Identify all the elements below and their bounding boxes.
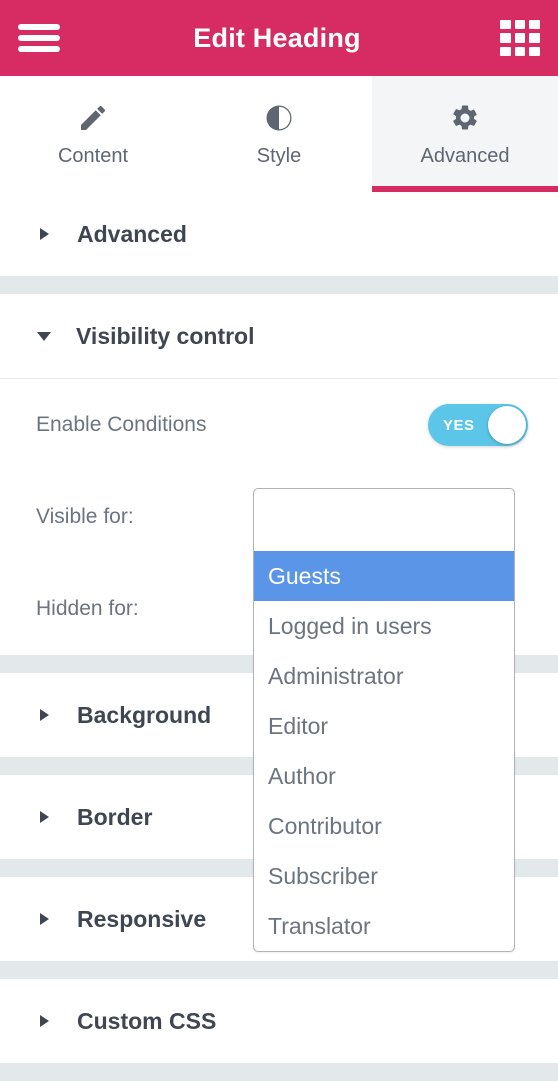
section-divider xyxy=(0,276,558,294)
chevron-right-icon xyxy=(40,913,49,925)
dropdown-option[interactable]: Author xyxy=(254,751,514,801)
toggle-knob xyxy=(488,406,526,444)
section-divider xyxy=(0,961,558,979)
grid-dot xyxy=(500,20,511,30)
grid-dot xyxy=(500,46,511,56)
grid-dot xyxy=(529,20,540,30)
chevron-down-icon xyxy=(37,331,51,341)
tab-label: Content xyxy=(57,144,129,167)
page-title: Edit Heading xyxy=(193,22,361,53)
section-title: Visibility control xyxy=(76,322,255,349)
section-title: Responsive xyxy=(77,905,207,932)
grid-dot xyxy=(529,46,540,56)
gear-icon xyxy=(450,101,480,135)
grid-dot xyxy=(529,33,540,43)
chevron-right-icon xyxy=(40,811,49,823)
edit-heading-panel: ویستاآکادمیویستاآکادمیویستاآکادمیویستاآک… xyxy=(0,0,558,1082)
dropdown-option[interactable]: Guests xyxy=(254,551,514,601)
tab-label: Style xyxy=(256,144,302,167)
grid-dot xyxy=(514,33,526,43)
chevron-right-icon xyxy=(40,1015,49,1027)
pencil-icon xyxy=(77,101,109,135)
section-title: Advanced xyxy=(77,220,187,247)
tab-advanced[interactable]: Advanced xyxy=(372,76,558,192)
dropdown-option[interactable]: Subscriber xyxy=(254,851,514,901)
grid-dot xyxy=(514,46,526,56)
chevron-right-icon xyxy=(40,228,49,240)
dropdown-option[interactable]: Logged in users xyxy=(254,601,514,651)
tab-style[interactable]: Style xyxy=(186,76,372,192)
dropdown-option[interactable]: Translator xyxy=(254,901,514,951)
section-visibility-control[interactable]: Visibility control xyxy=(0,294,558,378)
tab-content[interactable]: Content xyxy=(0,76,186,192)
grid-apps-icon[interactable] xyxy=(500,20,540,56)
grid-dot xyxy=(500,33,511,43)
tab-bar: Content Style Advanced xyxy=(0,76,558,192)
dropdown-option-blank[interactable] xyxy=(254,489,514,551)
dropdown-option[interactable]: Administrator xyxy=(254,651,514,701)
section-divider xyxy=(0,1063,558,1081)
grid-dot xyxy=(514,20,526,30)
dropdown-option[interactable]: Editor xyxy=(254,701,514,751)
section-advanced[interactable]: Advanced xyxy=(0,192,558,276)
toggle-value-label: YES xyxy=(443,416,475,434)
section-title: Background xyxy=(77,701,212,728)
enable-conditions-label: Enable Conditions xyxy=(36,413,207,436)
chevron-right-icon xyxy=(40,709,49,721)
visible-for-dropdown-list[interactable]: Guests Logged in users Administrator Editor… xyxy=(253,488,515,952)
dropdown-option[interactable]: Contributor xyxy=(254,801,514,851)
contrast-icon xyxy=(264,101,294,135)
top-app-bar: Edit Heading xyxy=(0,0,558,76)
section-custom-css[interactable]: Custom CSS xyxy=(0,979,558,1063)
field-enable-conditions: Enable Conditions YES xyxy=(0,379,558,471)
enable-conditions-toggle[interactable]: YES xyxy=(428,404,528,446)
tab-label: Advanced xyxy=(420,144,510,167)
section-title: Border xyxy=(77,803,153,830)
section-title: Custom CSS xyxy=(77,1007,217,1034)
